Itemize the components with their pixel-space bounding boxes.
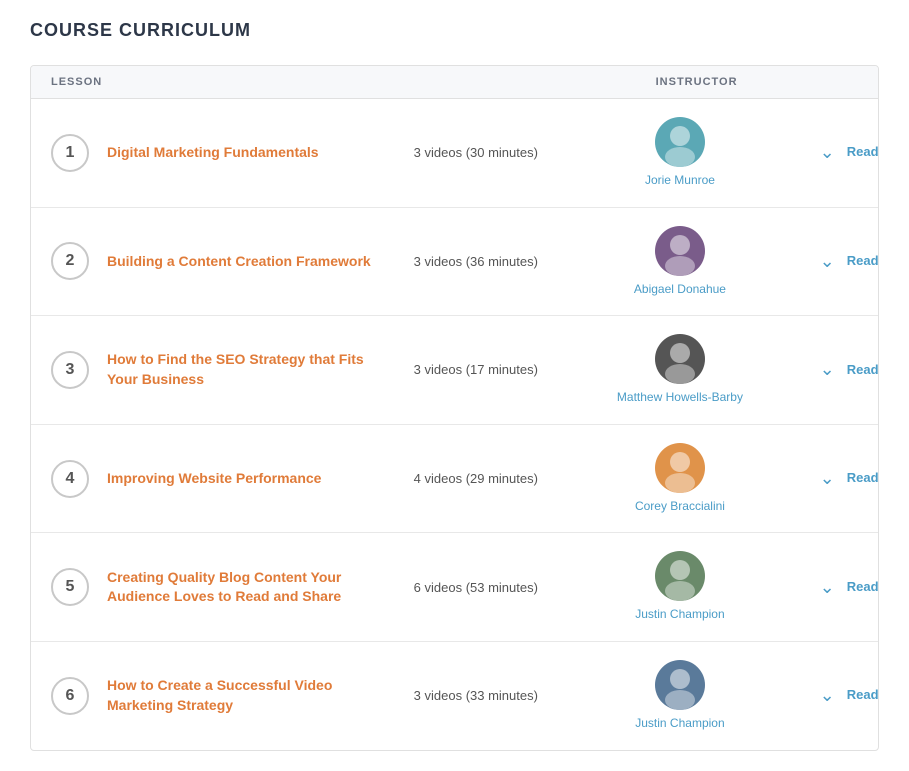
lesson-row: 4 Improving Website Performance 4 videos…: [31, 425, 878, 534]
lesson-info-2: Building a Content Creation Framework: [107, 252, 414, 272]
instructor-block-2: Abigael Donahue: [591, 226, 769, 298]
avatar-1: [655, 117, 705, 167]
row-actions-4: ⌄ Read more: [769, 468, 879, 489]
lesson-number-2: 2: [51, 242, 89, 280]
curriculum-table: LESSON INSTRUCTOR 1 Digital Marketing Fu…: [30, 65, 879, 751]
avatar-4: [655, 443, 705, 493]
read-more-button-6[interactable]: Read more: [847, 687, 879, 704]
lesson-row: 1 Digital Marketing Fundamentals 3 video…: [31, 99, 878, 208]
lesson-number-5: 5: [51, 568, 89, 606]
avatar-3: [655, 334, 705, 384]
lesson-meta-5: 6 videos (53 minutes): [414, 580, 592, 595]
lesson-title-2: Building a Content Creation Framework: [107, 252, 398, 272]
lesson-meta-3: 3 videos (17 minutes): [414, 362, 592, 377]
lesson-info-4: Improving Website Performance: [107, 469, 414, 489]
lesson-title-6: How to Create a Successful Video Marketi…: [107, 676, 398, 715]
lesson-row: 3 How to Find the SEO Strategy that Fits…: [31, 316, 878, 425]
avatar-face-1: [655, 117, 705, 167]
lesson-number-1: 1: [51, 134, 89, 172]
lesson-title-5: Creating Quality Blog Content Your Audie…: [107, 568, 398, 607]
avatar-face-4: [655, 443, 705, 493]
chevron-icon-2[interactable]: ⌄: [820, 251, 835, 272]
lesson-title-3: How to Find the SEO Strategy that Fits Y…: [107, 350, 398, 389]
instructor-name-4: Corey Braccialini: [635, 499, 725, 515]
avatar-face-3: [655, 334, 705, 384]
instructor-name-2: Abigael Donahue: [634, 282, 726, 298]
avatar-2: [655, 226, 705, 276]
lesson-number-6: 6: [51, 677, 89, 715]
instructor-name-6: Justin Champion: [635, 716, 724, 732]
lesson-number-4: 4: [51, 460, 89, 498]
lesson-row: 2 Building a Content Creation Framework …: [31, 208, 878, 317]
header-instructor: INSTRUCTOR: [535, 76, 858, 88]
instructor-block-4: Corey Braccialini: [591, 443, 769, 515]
read-more-button-3[interactable]: Read more: [847, 362, 879, 379]
row-actions-6: ⌄ Read more: [769, 685, 879, 706]
read-more-button-1[interactable]: Read more: [847, 144, 879, 161]
avatar-face-2: [655, 226, 705, 276]
instructor-block-5: Justin Champion: [591, 551, 769, 623]
lesson-meta-1: 3 videos (30 minutes): [414, 145, 592, 160]
read-more-button-5[interactable]: Read more: [847, 579, 879, 596]
chevron-icon-5[interactable]: ⌄: [820, 577, 835, 598]
row-actions-3: ⌄ Read more: [769, 359, 879, 380]
lesson-meta-2: 3 videos (36 minutes): [414, 254, 592, 269]
lesson-info-5: Creating Quality Blog Content Your Audie…: [107, 568, 414, 607]
lesson-title-4: Improving Website Performance: [107, 469, 398, 489]
chevron-icon-4[interactable]: ⌄: [820, 468, 835, 489]
chevron-icon-3[interactable]: ⌄: [820, 359, 835, 380]
table-header: LESSON INSTRUCTOR: [31, 66, 878, 99]
row-actions-1: ⌄ Read more: [769, 142, 879, 163]
row-actions-2: ⌄ Read more: [769, 251, 879, 272]
avatar-5: [655, 551, 705, 601]
lesson-info-1: Digital Marketing Fundamentals: [107, 143, 414, 163]
instructor-name-3: Matthew Howells-Barby: [617, 390, 743, 406]
avatar-face-6: [655, 660, 705, 710]
chevron-icon-6[interactable]: ⌄: [820, 685, 835, 706]
lesson-meta-4: 4 videos (29 minutes): [414, 471, 592, 486]
chevron-icon-1[interactable]: ⌄: [820, 142, 835, 163]
lesson-info-6: How to Create a Successful Video Marketi…: [107, 676, 414, 715]
instructor-block-6: Justin Champion: [591, 660, 769, 732]
instructor-name-1: Jorie Munroe: [645, 173, 715, 189]
page-title: COURSE CURRICULUM: [30, 20, 879, 41]
avatar-face-5: [655, 551, 705, 601]
row-actions-5: ⌄ Read more: [769, 577, 879, 598]
instructor-name-5: Justin Champion: [635, 607, 724, 623]
lesson-title-1: Digital Marketing Fundamentals: [107, 143, 398, 163]
lesson-row: 5 Creating Quality Blog Content Your Aud…: [31, 533, 878, 642]
read-more-button-2[interactable]: Read more: [847, 253, 879, 270]
header-lesson: LESSON: [51, 76, 535, 88]
instructor-block-3: Matthew Howells-Barby: [591, 334, 769, 406]
lesson-info-3: How to Find the SEO Strategy that Fits Y…: [107, 350, 414, 389]
lesson-meta-6: 3 videos (33 minutes): [414, 688, 592, 703]
instructor-block-1: Jorie Munroe: [591, 117, 769, 189]
avatar-6: [655, 660, 705, 710]
read-more-button-4[interactable]: Read more: [847, 470, 879, 487]
rows-container: 1 Digital Marketing Fundamentals 3 video…: [31, 99, 878, 750]
lesson-number-3: 3: [51, 351, 89, 389]
lesson-row: 6 How to Create a Successful Video Marke…: [31, 642, 878, 750]
